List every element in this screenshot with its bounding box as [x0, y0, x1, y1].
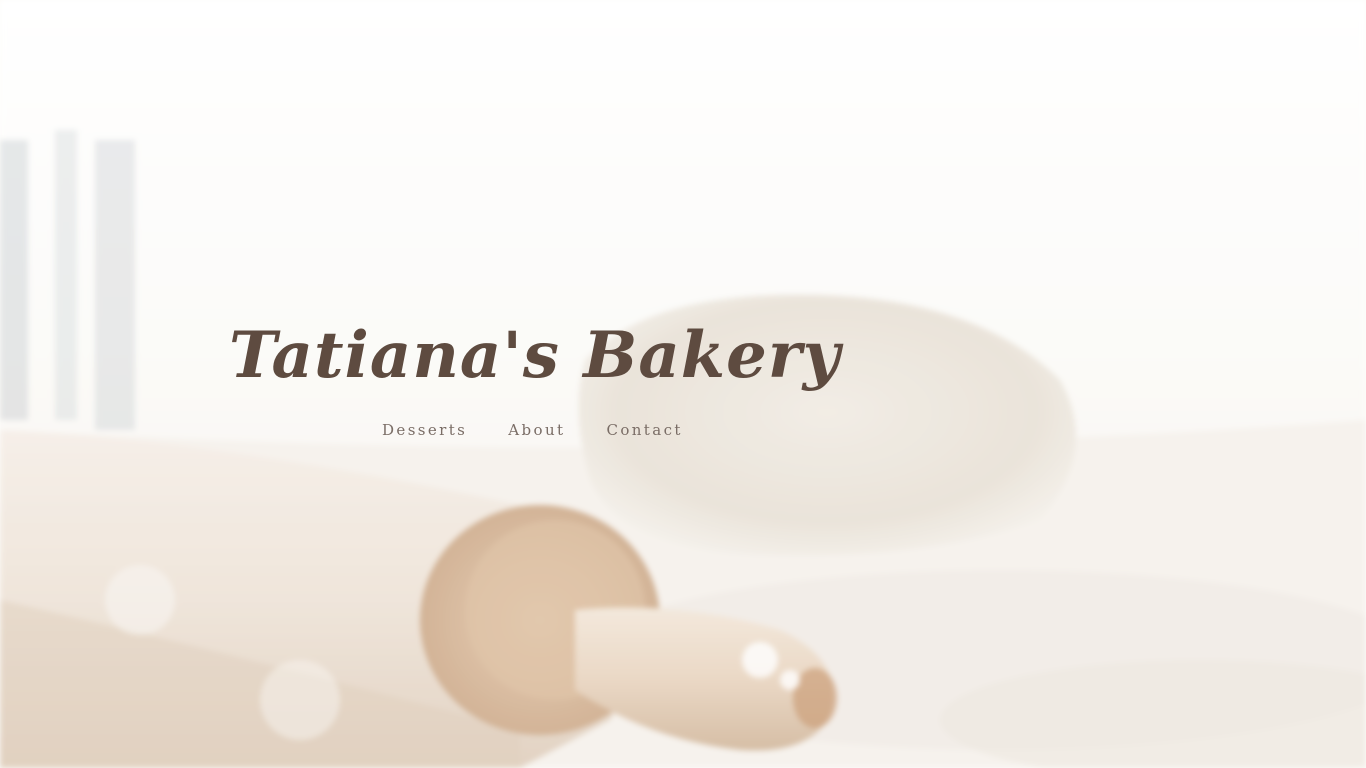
- nav-link-about[interactable]: About: [508, 420, 565, 440]
- nav-link-desserts[interactable]: Desserts: [382, 420, 467, 440]
- hero-section: Tatiana's Bakery Desserts About Contact: [0, 0, 1366, 768]
- nav-link-contact[interactable]: Contact: [606, 420, 682, 440]
- main-nav: Desserts About Contact: [382, 420, 683, 440]
- site-title: Tatiana's Bakery: [229, 318, 841, 393]
